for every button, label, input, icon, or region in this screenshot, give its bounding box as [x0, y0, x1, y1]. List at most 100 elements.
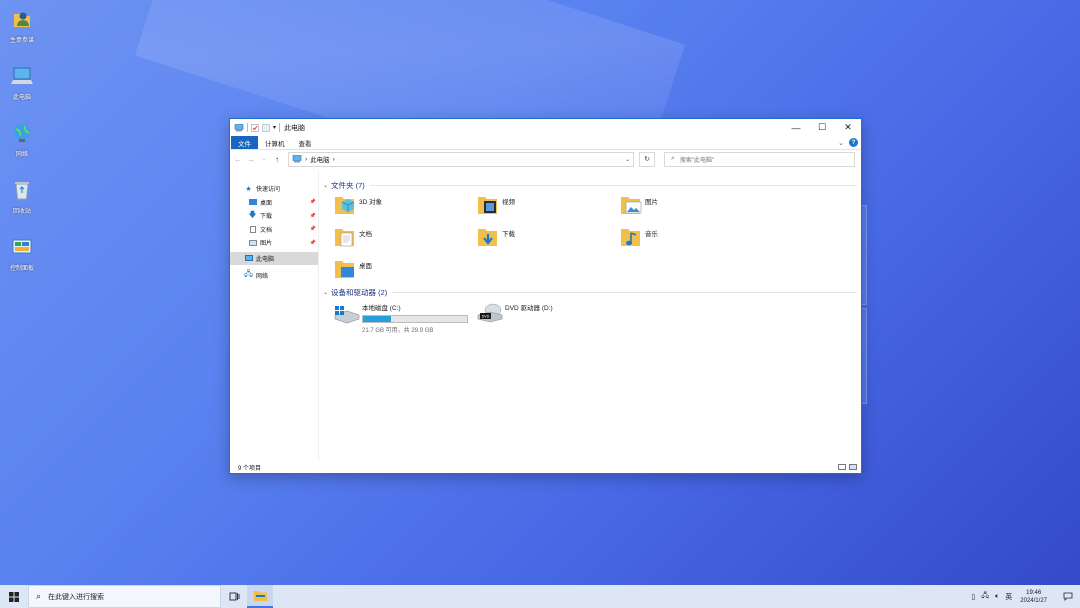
collapse-chevron-icon[interactable]: ⌄ [323, 182, 328, 189]
battery-icon[interactable]: ▯ [971, 593, 975, 601]
breadcrumb-separator[interactable]: › [333, 156, 335, 163]
desktop-icon-network[interactable]: 网络 [4, 120, 40, 177]
up-button[interactable]: ↑ [273, 155, 281, 164]
refresh-button[interactable]: ↻ [639, 151, 655, 167]
customize-toolbar-icon[interactable]: ▾ [273, 124, 276, 131]
drive-list: 本地磁盘 (C:) 21.7 GB 可用，共 29.9 GB DVD DVD 驱… [323, 301, 861, 334]
search-icon: ⌕ [36, 591, 42, 601]
notifications-button[interactable] [1056, 585, 1080, 608]
search-icon: ⌕ [671, 155, 675, 162]
search-placeholder: 搜索"此电脑" [679, 157, 715, 164]
clock-time: 19:46 [1026, 589, 1042, 596]
status-bar: 9 个项目 [230, 461, 861, 473]
computer-icon [11, 67, 33, 84]
task-view-icon [229, 592, 239, 601]
user-folder-icon [14, 12, 30, 27]
nav-item-documents[interactable]: 文档 📌 [230, 225, 318, 234]
desktop-icon-this-pc[interactable]: 此电脑 [4, 63, 40, 120]
drive-usage-fill [363, 316, 392, 322]
computer-icon [244, 255, 253, 262]
desktop-icon-label: 网络 [15, 152, 28, 158]
notification-icon [1063, 592, 1073, 601]
taskbar-search-placeholder: 在此键入进行搜索 [48, 593, 105, 601]
nav-item-label: 图片 [260, 241, 273, 247]
desktop-icon-label: 回收站 [12, 209, 31, 215]
folder-pictures[interactable]: 图片 [619, 193, 762, 218]
file-explorer-icon [253, 591, 267, 601]
folder-desktop[interactable]: 桌面 [333, 257, 476, 282]
properties-icon[interactable] [251, 123, 259, 132]
back-button[interactable]: ← [234, 155, 242, 164]
svg-text:DVD: DVD [482, 315, 490, 319]
windows-drive-icon [334, 306, 360, 324]
task-view-button[interactable] [221, 585, 247, 608]
volume-icon[interactable]: 🔈︎ [995, 593, 999, 601]
details-view-icon[interactable] [838, 464, 846, 470]
control-panel-icon [12, 239, 32, 254]
breadcrumb-separator[interactable]: › [305, 156, 307, 163]
pictures-folder-icon [621, 197, 642, 214]
documents-folder-icon [335, 229, 354, 247]
address-dropdown-icon[interactable]: ⌄ [625, 156, 630, 163]
maximize-button[interactable]: ☐ [809, 119, 835, 136]
new-folder-icon[interactable] [262, 123, 270, 132]
clock[interactable]: 19:46 2024/1/27 [1020, 589, 1047, 605]
document-icon [248, 225, 257, 233]
taskbar: ⌕ 在此键入进行搜索 ▯ 🖧 🔈︎ 英 19:46 2024/1/27 [0, 585, 1080, 608]
nav-quick-access[interactable]: ★ 快速访问 [230, 184, 318, 194]
drive-c[interactable]: 本地磁盘 (C:) 21.7 GB 可用，共 29.9 GB [333, 301, 476, 334]
nav-item-downloads[interactable]: 🡇 下载 📌 [230, 209, 318, 221]
download-arrow-icon: 🡇 [248, 209, 257, 219]
input-language[interactable]: 英 [1005, 592, 1012, 602]
taskbar-file-explorer[interactable] [247, 585, 273, 608]
folder-downloads[interactable]: 下载 [476, 225, 619, 250]
desktop-icon [248, 199, 257, 206]
group-title: 设备和驱动器 (2) [331, 287, 388, 297]
group-header-folders[interactable]: ⌄ 文件夹 (7) [323, 179, 861, 191]
forward-button[interactable]: → [247, 155, 255, 164]
close-button[interactable]: ✕ [835, 119, 861, 136]
navigation-pane: ★ 快速访问 桌面 📌 🡇 下载 📌 文档 📌 图片 📌 此电脑 🖧 网络 [230, 170, 319, 461]
expand-ribbon-icon[interactable]: ⌄ [838, 139, 844, 147]
picture-icon [248, 239, 257, 246]
nav-this-pc[interactable]: 此电脑 [230, 251, 318, 265]
pin-icon: 📌 [309, 199, 316, 205]
tab-file[interactable]: 文件 [231, 136, 258, 149]
drive-free-space: 21.7 GB 可用，共 29.9 GB [362, 328, 434, 334]
nav-item-desktop[interactable]: 桌面 📌 [230, 198, 318, 207]
system-tray: ▯ 🖧 🔈︎ 英 19:46 2024/1/27 [971, 585, 1080, 608]
network-tray-icon[interactable]: 🖧 [981, 591, 989, 602]
collapse-chevron-icon[interactable]: ⌄ [323, 289, 328, 296]
desktop-icon-label: 控制面板 [9, 266, 34, 272]
desktop-icon-user-folder[interactable]: 生意参谋 [4, 6, 40, 63]
title-bar[interactable]: ▾ 此电脑 — ☐ ✕ [230, 119, 861, 136]
desktop-icon-control-panel[interactable]: 控制面板 [4, 234, 40, 291]
tab-view[interactable]: 查看 [292, 136, 319, 149]
start-button[interactable] [0, 585, 28, 608]
folder-label: 3D 对象 [359, 199, 383, 206]
folder-videos[interactable]: 视频 [476, 193, 619, 218]
file-explorer-window: ▾ 此电脑 — ☐ ✕ 文件 计算机 查看 ⌄ ? ← → ⌄ ↑ › 此电脑 … [229, 118, 862, 474]
taskbar-search[interactable]: ⌕ 在此键入进行搜索 [28, 585, 221, 608]
minimize-button[interactable]: — [783, 119, 809, 136]
help-icon[interactable]: ? [849, 138, 858, 147]
folder-documents[interactable]: 文档 [333, 225, 476, 250]
search-box[interactable]: ⌕ 搜索"此电脑" [664, 151, 855, 167]
drive-d[interactable]: DVD DVD 驱动器 (D:) [476, 301, 619, 334]
drive-usage-bar [362, 315, 468, 323]
recent-locations-button[interactable]: ⌄ [260, 156, 268, 162]
nav-item-pictures[interactable]: 图片 📌 [230, 238, 318, 247]
3d-objects-folder-icon [335, 197, 355, 214]
folder-label: 视频 [502, 199, 515, 206]
folder-music[interactable]: 音乐 [619, 225, 762, 250]
clock-date: 2024/1/27 [1020, 597, 1047, 604]
breadcrumb-this-pc[interactable]: 此电脑 [310, 154, 330, 164]
group-header-devices[interactable]: ⌄ 设备和驱动器 (2) [323, 286, 861, 298]
address-bar[interactable]: › 此电脑 › ⌄ [288, 151, 634, 167]
tab-computer[interactable]: 计算机 [258, 136, 292, 149]
nav-network[interactable]: 🖧 网络 [230, 269, 318, 280]
pin-icon: 📌 [309, 212, 316, 219]
large-icons-view-icon[interactable] [849, 464, 857, 470]
desktop-icon-recycle-bin[interactable]: 回收站 [4, 177, 40, 234]
folder-3d-objects[interactable]: 3D 对象 [333, 193, 476, 218]
